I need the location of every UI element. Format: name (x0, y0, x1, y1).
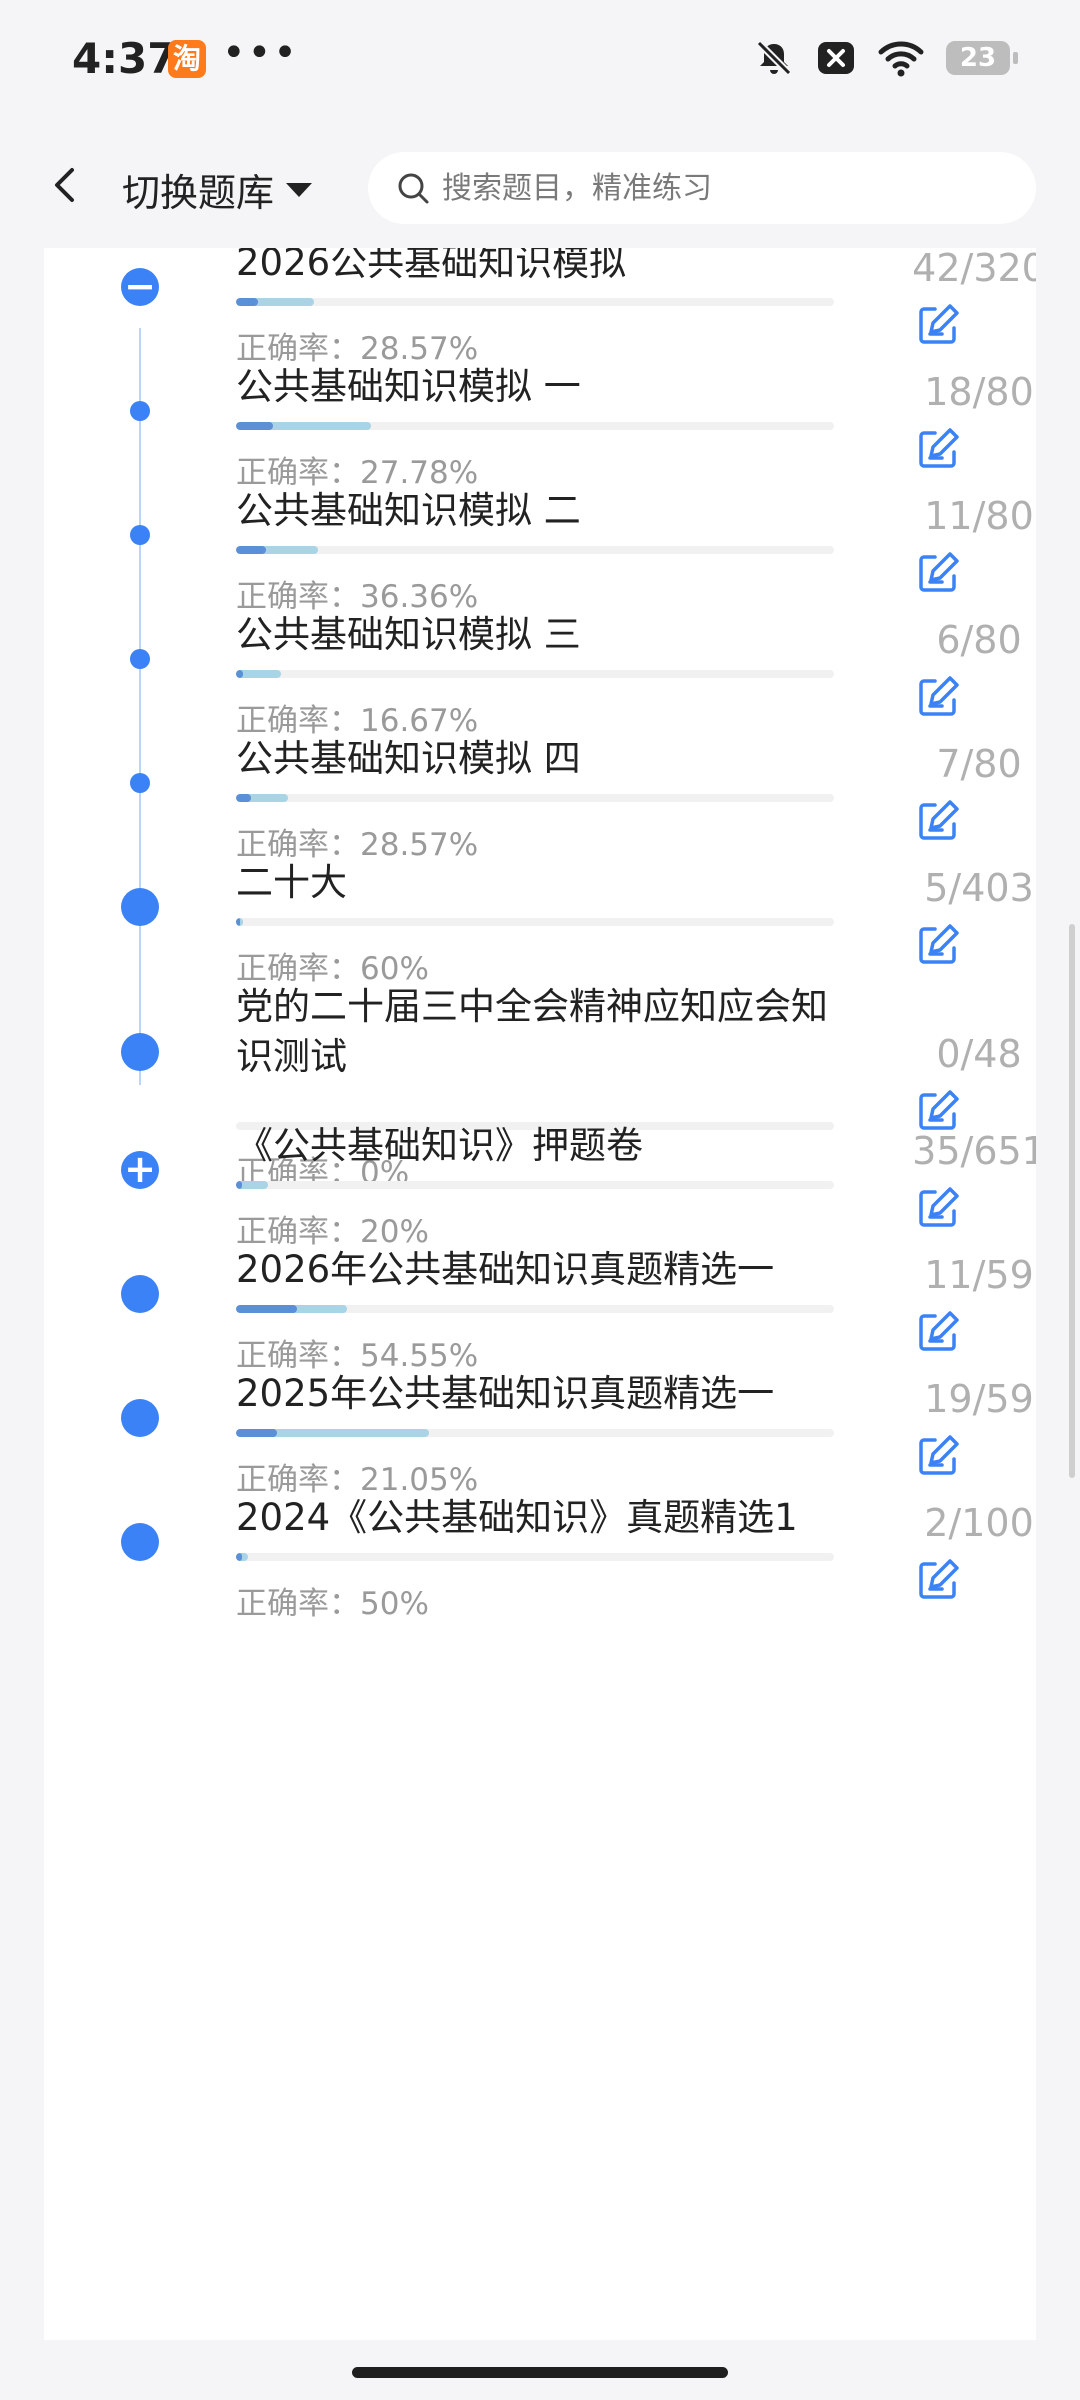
list-item[interactable]: −2026公共基础知识模拟 正确率：28.57% 42/320 (44, 248, 1036, 368)
list-item[interactable]: + 《公共基础知识》押题卷 正确率：20% 35/651 (44, 1121, 1036, 1251)
top-bar: 切换题库 (0, 124, 1080, 248)
tree-node-dot (121, 1033, 159, 1071)
list-item[interactable]: 党的二十届三中全会精神应知应会知识测试 正确率：0% 0/48 (44, 982, 1036, 1191)
tree-node-dot (121, 1399, 159, 1437)
item-title: 公共基础知识模拟 一 (236, 365, 581, 408)
item-title: 公共基础知识模拟 四 (236, 737, 581, 780)
question-bank-list: −2026公共基础知识模拟 正确率：28.57% 42/320 公共基础知识模拟 一正… (44, 248, 1036, 2340)
progress-bar (236, 918, 834, 926)
item-title: 公共基础知识模拟 二 (236, 489, 581, 532)
caret-down-icon (286, 182, 313, 197)
question-count: 6/80 (936, 618, 1022, 662)
minus-circle-icon[interactable]: − (121, 267, 159, 306)
progress-bar (236, 794, 834, 802)
list-item[interactable]: 公共基础知识模拟 四正确率：28.57% 7/80 (44, 734, 1036, 864)
progress-bar (236, 546, 834, 554)
question-count: 18/80 (924, 370, 1034, 414)
question-count: 11/59 (924, 1253, 1034, 1297)
progress-bar (236, 1553, 834, 1561)
list-item[interactable]: 公共基础知识模拟 三正确率：16.67% 6/80 (44, 610, 1036, 740)
question-count: 2/100 (924, 1501, 1034, 1545)
edit-icon[interactable] (913, 300, 963, 350)
progress-correct-fill (236, 918, 241, 926)
progress-correct-fill (236, 794, 251, 802)
question-count: 35/651 (912, 1129, 1036, 1173)
edit-icon[interactable] (913, 1431, 963, 1481)
question-count: 7/80 (936, 742, 1022, 786)
search-icon (398, 173, 429, 204)
progress-bar (236, 1305, 834, 1313)
progress-correct-fill (236, 1305, 297, 1313)
edit-icon[interactable] (913, 672, 963, 722)
item-title: 党的二十届三中全会精神应知应会知识测试 (236, 985, 828, 1078)
question-count: 0/48 (936, 1032, 1022, 1076)
accuracy-text: 正确率：50% (236, 1578, 429, 1623)
search-input[interactable] (440, 169, 1004, 207)
item-title: 二十大 (236, 861, 347, 904)
edit-icon[interactable] (913, 1307, 963, 1357)
accuracy-label: 正确率： (236, 1586, 360, 1622)
progress-correct-fill (236, 1429, 277, 1437)
question-count: 19/59 (924, 1377, 1034, 1421)
list-item[interactable]: 2026年公共基础知识真题精选一 正确率：54.55% 11/59 (44, 1245, 1036, 1375)
list-item[interactable]: 2025年公共基础知识真题精选一 正确率：21.05% 19/59 (44, 1369, 1036, 1499)
tree-node-dot (130, 525, 150, 545)
scrollbar[interactable] (1069, 924, 1075, 1478)
list-item[interactable]: 公共基础知识模拟 一正确率：27.78% 18/80 (44, 362, 1036, 492)
item-title: 公共基础知识模拟 三 (236, 613, 581, 656)
switch-bank-label: 切换题库 (122, 171, 275, 215)
tree-node-dot (121, 1523, 159, 1561)
accuracy-value: 50% (360, 1586, 429, 1622)
wifi-icon (878, 41, 924, 77)
status-bar: 4:37 淘 ••• 23 (0, 0, 1080, 124)
progress-bar (236, 1181, 834, 1189)
progress-bar (236, 422, 834, 430)
progress-bar (236, 670, 834, 678)
item-title: 2026公共基础知识模拟 (236, 248, 627, 284)
tree-node-dot (130, 649, 150, 669)
back-arrow-icon[interactable] (40, 160, 90, 210)
list-item[interactable]: 二十大 正确率：60% 5/403 (44, 858, 1036, 988)
plus-circle-icon[interactable]: + (121, 1150, 159, 1189)
list-item[interactable]: 2024《公共基础知识》真题精选1 正确率：50% 2/100 (44, 1493, 1036, 1623)
status-icons: 23 (754, 38, 1018, 78)
item-title: 2024《公共基础知识》真题精选1 (236, 1496, 798, 1539)
tree-node-dot (121, 888, 159, 926)
mute-icon (756, 40, 792, 76)
taobao-app-icon: 淘 (168, 40, 206, 78)
edit-icon[interactable] (913, 1183, 963, 1233)
progress-bar (236, 298, 834, 306)
edit-icon[interactable] (913, 920, 963, 970)
edit-icon[interactable] (913, 424, 963, 474)
item-title: 2026年公共基础知识真题精选一 (236, 1248, 775, 1291)
edit-icon[interactable] (913, 1555, 963, 1605)
progress-bar (236, 1429, 834, 1437)
progress-correct-fill (236, 1553, 242, 1561)
tree-node-dot (130, 773, 150, 793)
tree-node-dot (130, 401, 150, 421)
close-notification-icon (818, 42, 854, 74)
edit-icon[interactable] (913, 548, 963, 598)
home-indicator[interactable] (352, 2367, 728, 2378)
status-time: 4:37 (72, 34, 177, 83)
tree-node-dot (121, 1275, 159, 1313)
more-notifications-icon: ••• (222, 30, 299, 76)
search-box[interactable] (368, 152, 1036, 224)
list-item[interactable]: 公共基础知识模拟 二正确率：36.36% 11/80 (44, 486, 1036, 616)
progress-correct-fill (236, 422, 274, 430)
battery-indicator: 23 (946, 41, 1018, 75)
progress-correct-fill (236, 546, 266, 554)
switch-bank-dropdown[interactable]: 切换题库 (122, 162, 313, 217)
item-title: 《公共基础知识》押题卷 (236, 1124, 643, 1167)
question-count: 11/80 (924, 494, 1034, 538)
item-title: 2025年公共基础知识真题精选一 (236, 1372, 775, 1415)
question-count: 5/403 (924, 866, 1034, 910)
edit-icon[interactable] (913, 796, 963, 846)
question-count: 42/320 (912, 248, 1036, 290)
progress-correct-fill (236, 298, 259, 306)
